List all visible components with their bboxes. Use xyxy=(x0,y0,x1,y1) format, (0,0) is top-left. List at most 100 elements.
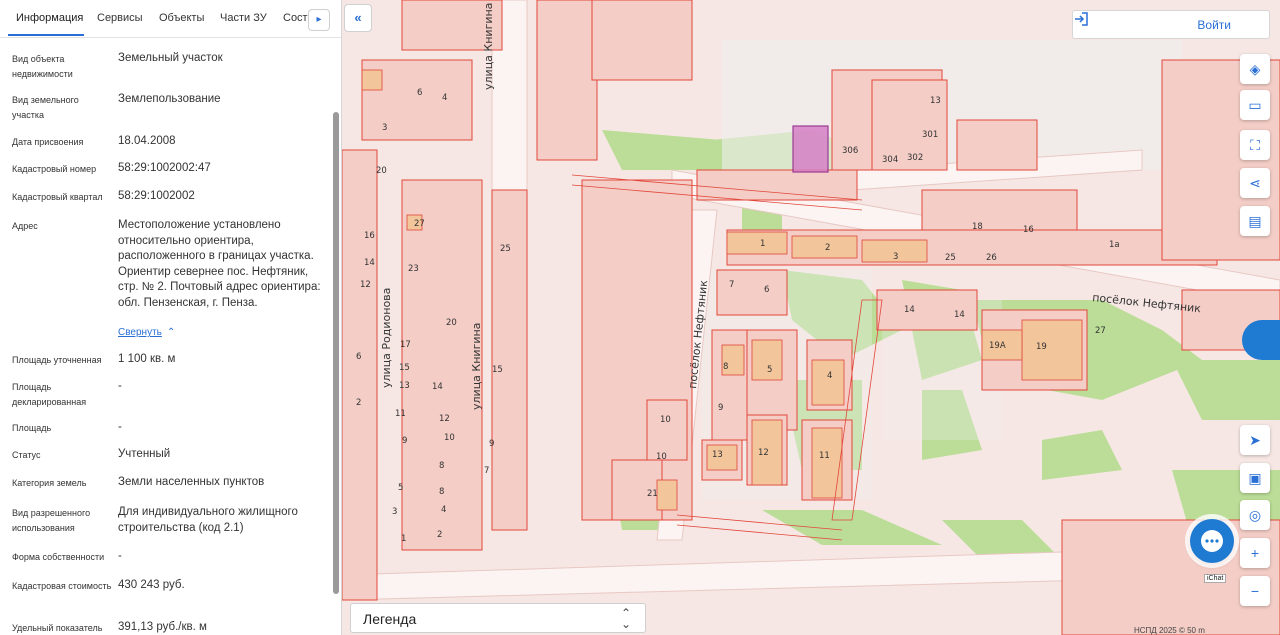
share-icon[interactable]: ⋖ xyxy=(1240,168,1270,198)
lot-number: 20 xyxy=(376,166,387,176)
lot-number: 19 xyxy=(1036,342,1047,352)
tab-info[interactable]: Информация xyxy=(16,12,83,24)
lot-number: 15 xyxy=(492,365,503,375)
detail-value: Земельный участок xyxy=(118,52,223,64)
scale-attribution: НСПД 2025 © 50 m xyxy=(1134,626,1205,635)
lot-number: 14 xyxy=(954,310,965,320)
lot-number: 5 xyxy=(767,365,773,375)
login-label: Войти xyxy=(1197,18,1231,32)
detail-label: Форма собственности xyxy=(12,552,105,562)
road-label: улица Книгина xyxy=(482,2,495,90)
lot-number: 5 xyxy=(398,483,404,493)
detail-value: 18.04.2008 xyxy=(118,135,176,147)
collapse-link[interactable]: Свернуть xyxy=(118,327,162,338)
lot-number: 19А xyxy=(989,341,1006,351)
lot-number: 12 xyxy=(758,448,769,458)
layers-icon[interactable]: ◈ xyxy=(1240,54,1270,84)
collapse-panel-button[interactable]: « xyxy=(344,4,372,32)
lot-number: 9 xyxy=(489,439,495,449)
select-area-icon[interactable]: ⛶ xyxy=(1240,130,1270,160)
pkk-logo-icon[interactable] xyxy=(1242,320,1280,360)
detail-value: - xyxy=(118,550,122,562)
lot-number: 16 xyxy=(364,231,375,241)
detail-label: Кадастровый номер xyxy=(12,164,97,174)
lot-number: 13 xyxy=(712,450,723,460)
lot-number: 23 xyxy=(408,264,419,274)
lot-number: 302 xyxy=(907,153,924,163)
tab-parts[interactable]: Части ЗУ xyxy=(220,12,267,24)
lot-number: 13 xyxy=(399,381,410,391)
detail-label: Кадастровая стоимость xyxy=(12,581,112,591)
chevron-updown-icon: ⌃ ⌄ xyxy=(620,606,631,631)
print-icon[interactable]: ▤ xyxy=(1240,206,1270,236)
detail-value: 1 100 кв. м xyxy=(118,353,176,365)
detail-label: Адрес xyxy=(12,221,38,231)
lot-number: 27 xyxy=(414,219,425,229)
lot-number: 25 xyxy=(500,244,511,254)
detail-value: Учтенный xyxy=(118,448,171,460)
lot-number: 14 xyxy=(364,258,375,268)
zoom-in-button[interactable]: + xyxy=(1240,538,1270,568)
lot-number: 1а xyxy=(1109,240,1120,250)
gps-icon[interactable]: ◎ xyxy=(1240,500,1270,530)
lot-number: 6 xyxy=(417,88,423,98)
lot-number: 6 xyxy=(764,285,770,295)
screen-icon[interactable]: ▣ xyxy=(1240,463,1270,493)
road-label: улица Родионова xyxy=(380,287,393,388)
detail-label: Статус xyxy=(12,450,41,460)
detail-label: Дата присвоения xyxy=(12,137,84,147)
locate-icon[interactable]: ➤ xyxy=(1240,425,1270,455)
lot-number: 7 xyxy=(729,280,735,290)
login-icon xyxy=(1075,12,1088,26)
detail-value: 58:29:1002002 xyxy=(118,190,195,202)
detail-label: Площадь декларированная xyxy=(12,382,87,407)
lot-number: 10 xyxy=(444,433,455,443)
detail-value: - xyxy=(118,421,122,433)
detail-value: Земли населенных пунктов xyxy=(118,476,265,488)
detail-value: 58:29:1002002:47 xyxy=(118,162,211,174)
lot-number: 3 xyxy=(382,123,388,133)
lot-number: 25 xyxy=(945,253,956,263)
lot-number: 12 xyxy=(360,280,371,290)
ruler-icon[interactable]: ▭ xyxy=(1240,90,1270,120)
info-panel: Информация Сервисы Объекты Части ЗУ Сост… xyxy=(0,0,342,635)
lot-number: 14 xyxy=(432,382,443,392)
selected-parcel xyxy=(792,125,829,173)
tab-services[interactable]: Сервисы xyxy=(97,12,143,24)
chevron-up-icon[interactable]: ⌃ xyxy=(167,327,175,338)
lot-number: 17 xyxy=(400,340,411,350)
lot-number: 18 xyxy=(972,222,983,232)
detail-label: Категория земель xyxy=(12,478,87,488)
lot-number: 9 xyxy=(402,436,408,446)
chevron-right-icon[interactable]: ▸ xyxy=(308,9,330,31)
panel-scrollbar[interactable] xyxy=(333,112,339,594)
lot-number: 21 xyxy=(647,489,658,499)
lot-number: 2 xyxy=(356,398,362,408)
lot-number: 26 xyxy=(986,253,997,263)
lot-number: 9 xyxy=(718,403,724,413)
lot-number: 7 xyxy=(484,466,490,476)
lot-number: 4 xyxy=(441,505,447,515)
lot-number: 2 xyxy=(437,530,443,540)
legend-dropdown[interactable]: Легенда ⌃ ⌄ xyxy=(350,603,646,633)
lot-number: 4 xyxy=(827,371,833,381)
lot-number: 3 xyxy=(392,507,398,517)
lot-number: 1 xyxy=(401,534,407,544)
lot-number: 306 xyxy=(842,146,859,156)
lot-number: 4 xyxy=(442,93,448,103)
lot-number: 13 xyxy=(930,96,941,106)
chat-icon[interactable] xyxy=(1190,519,1234,563)
detail-label: Кадастровый квартал xyxy=(12,192,103,202)
login-button[interactable]: Войти xyxy=(1072,10,1270,39)
detail-label: Удельный показатель xyxy=(12,623,103,633)
lot-number: 1 xyxy=(760,239,766,249)
lot-number: 8 xyxy=(439,461,445,471)
tab-objects[interactable]: Объекты xyxy=(159,12,204,24)
cadastral-map[interactable]: 13 301 306 304 302 1 2 3 18 16 25 26 1а … xyxy=(342,0,1280,635)
lot-number: 8 xyxy=(439,487,445,497)
lot-number: 3 xyxy=(893,252,899,262)
zoom-out-button[interactable]: − xyxy=(1240,576,1270,606)
detail-label: Вид разрешенного использования xyxy=(12,508,91,533)
detail-label: Площадь xyxy=(12,423,52,433)
road-label: улица Книгина xyxy=(470,322,483,410)
